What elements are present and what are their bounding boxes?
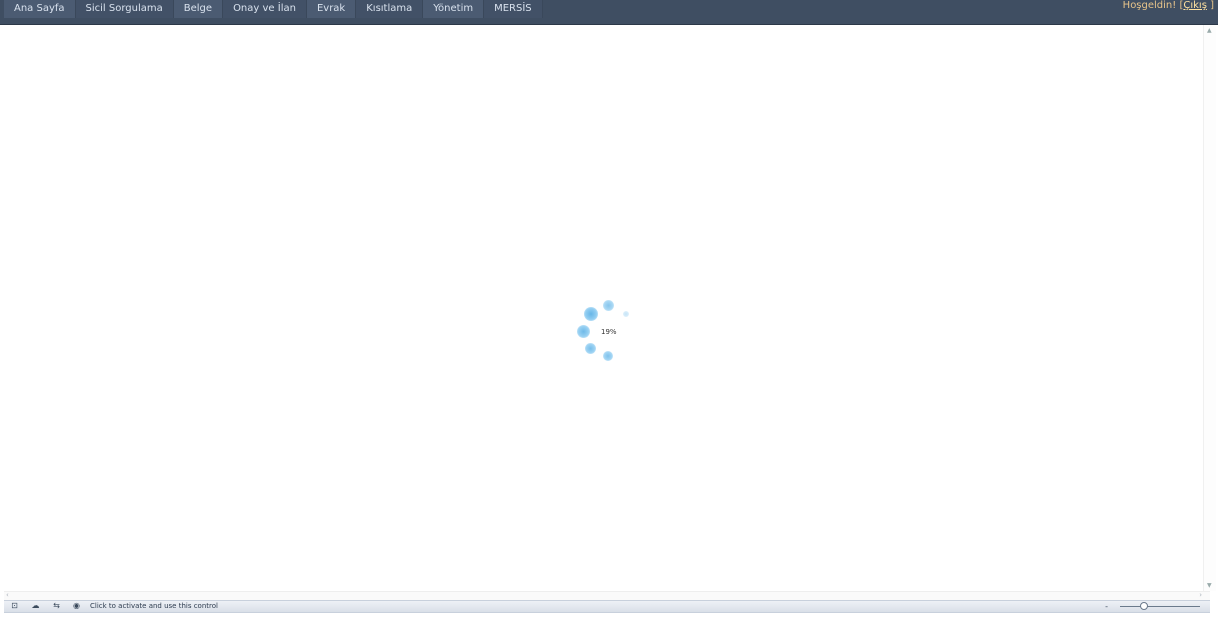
spinner-dot [603, 300, 614, 311]
welcome-area: Hoşgeldin! [Çıkış ] [1123, 0, 1214, 12]
nav-item-evrak[interactable]: Evrak [306, 0, 357, 18]
plugin-icon[interactable]: ◉ [72, 602, 81, 610]
scroll-down-icon[interactable]: ▼ [1207, 582, 1212, 589]
nav-item-kisitlama[interactable]: Kısıtlama [356, 0, 424, 18]
scroll-left-icon[interactable]: ‹ [6, 591, 9, 599]
nav-item-onay-ve-ilan[interactable]: Onay ve İlan [223, 0, 307, 18]
nav-item-mersis[interactable]: MERSİS [484, 0, 543, 18]
spinner-dot [603, 351, 613, 361]
window-icon[interactable]: ⊡ [10, 602, 19, 610]
main-menu: Ana Sayfa Sicil Sorgulama Belge Onay ve … [4, 0, 543, 18]
zoom-out-icon[interactable]: - [1105, 601, 1108, 612]
loading-percentage: 19% [601, 328, 617, 336]
spinner-dot [623, 311, 629, 317]
status-bar: ⊡ ☁ ⇆ ◉ Click to activate and use this c… [4, 600, 1210, 613]
zoom-slider-thumb[interactable] [1140, 602, 1148, 610]
nav-item-ana-sayfa[interactable]: Ana Sayfa [4, 0, 76, 18]
scroll-up-icon[interactable]: ▲ [1207, 27, 1212, 34]
zoom-slider[interactable] [1120, 602, 1200, 610]
spinner-dot [577, 325, 590, 338]
nav-item-sicil-sorgulama[interactable]: Sicil Sorgulama [75, 0, 174, 18]
loading-spinner: 19% [574, 297, 634, 367]
top-navigation-bar: Ana Sayfa Sicil Sorgulama Belge Onay ve … [0, 0, 1218, 25]
spinner-dot [584, 307, 598, 321]
nav-item-yonetim[interactable]: Yönetim [423, 0, 485, 18]
welcome-text: Hoşgeldin! [ [1122, 0, 1184, 11]
activate-control-message[interactable]: Click to activate and use this control [90, 601, 218, 612]
vertical-scrollbar[interactable]: ▲ ▼ [1203, 25, 1216, 591]
scroll-right-icon[interactable]: › [1199, 591, 1202, 599]
welcome-bracket: ] [1206, 0, 1214, 11]
silverlight-content-area[interactable]: 19% [4, 25, 1210, 591]
logout-link[interactable]: Çıkış [1183, 0, 1207, 11]
nav-item-belge[interactable]: Belge [173, 0, 224, 18]
share-icon[interactable]: ⇆ [52, 602, 61, 610]
cloud-icon[interactable]: ☁ [31, 602, 40, 610]
spinner-dot [585, 343, 596, 354]
